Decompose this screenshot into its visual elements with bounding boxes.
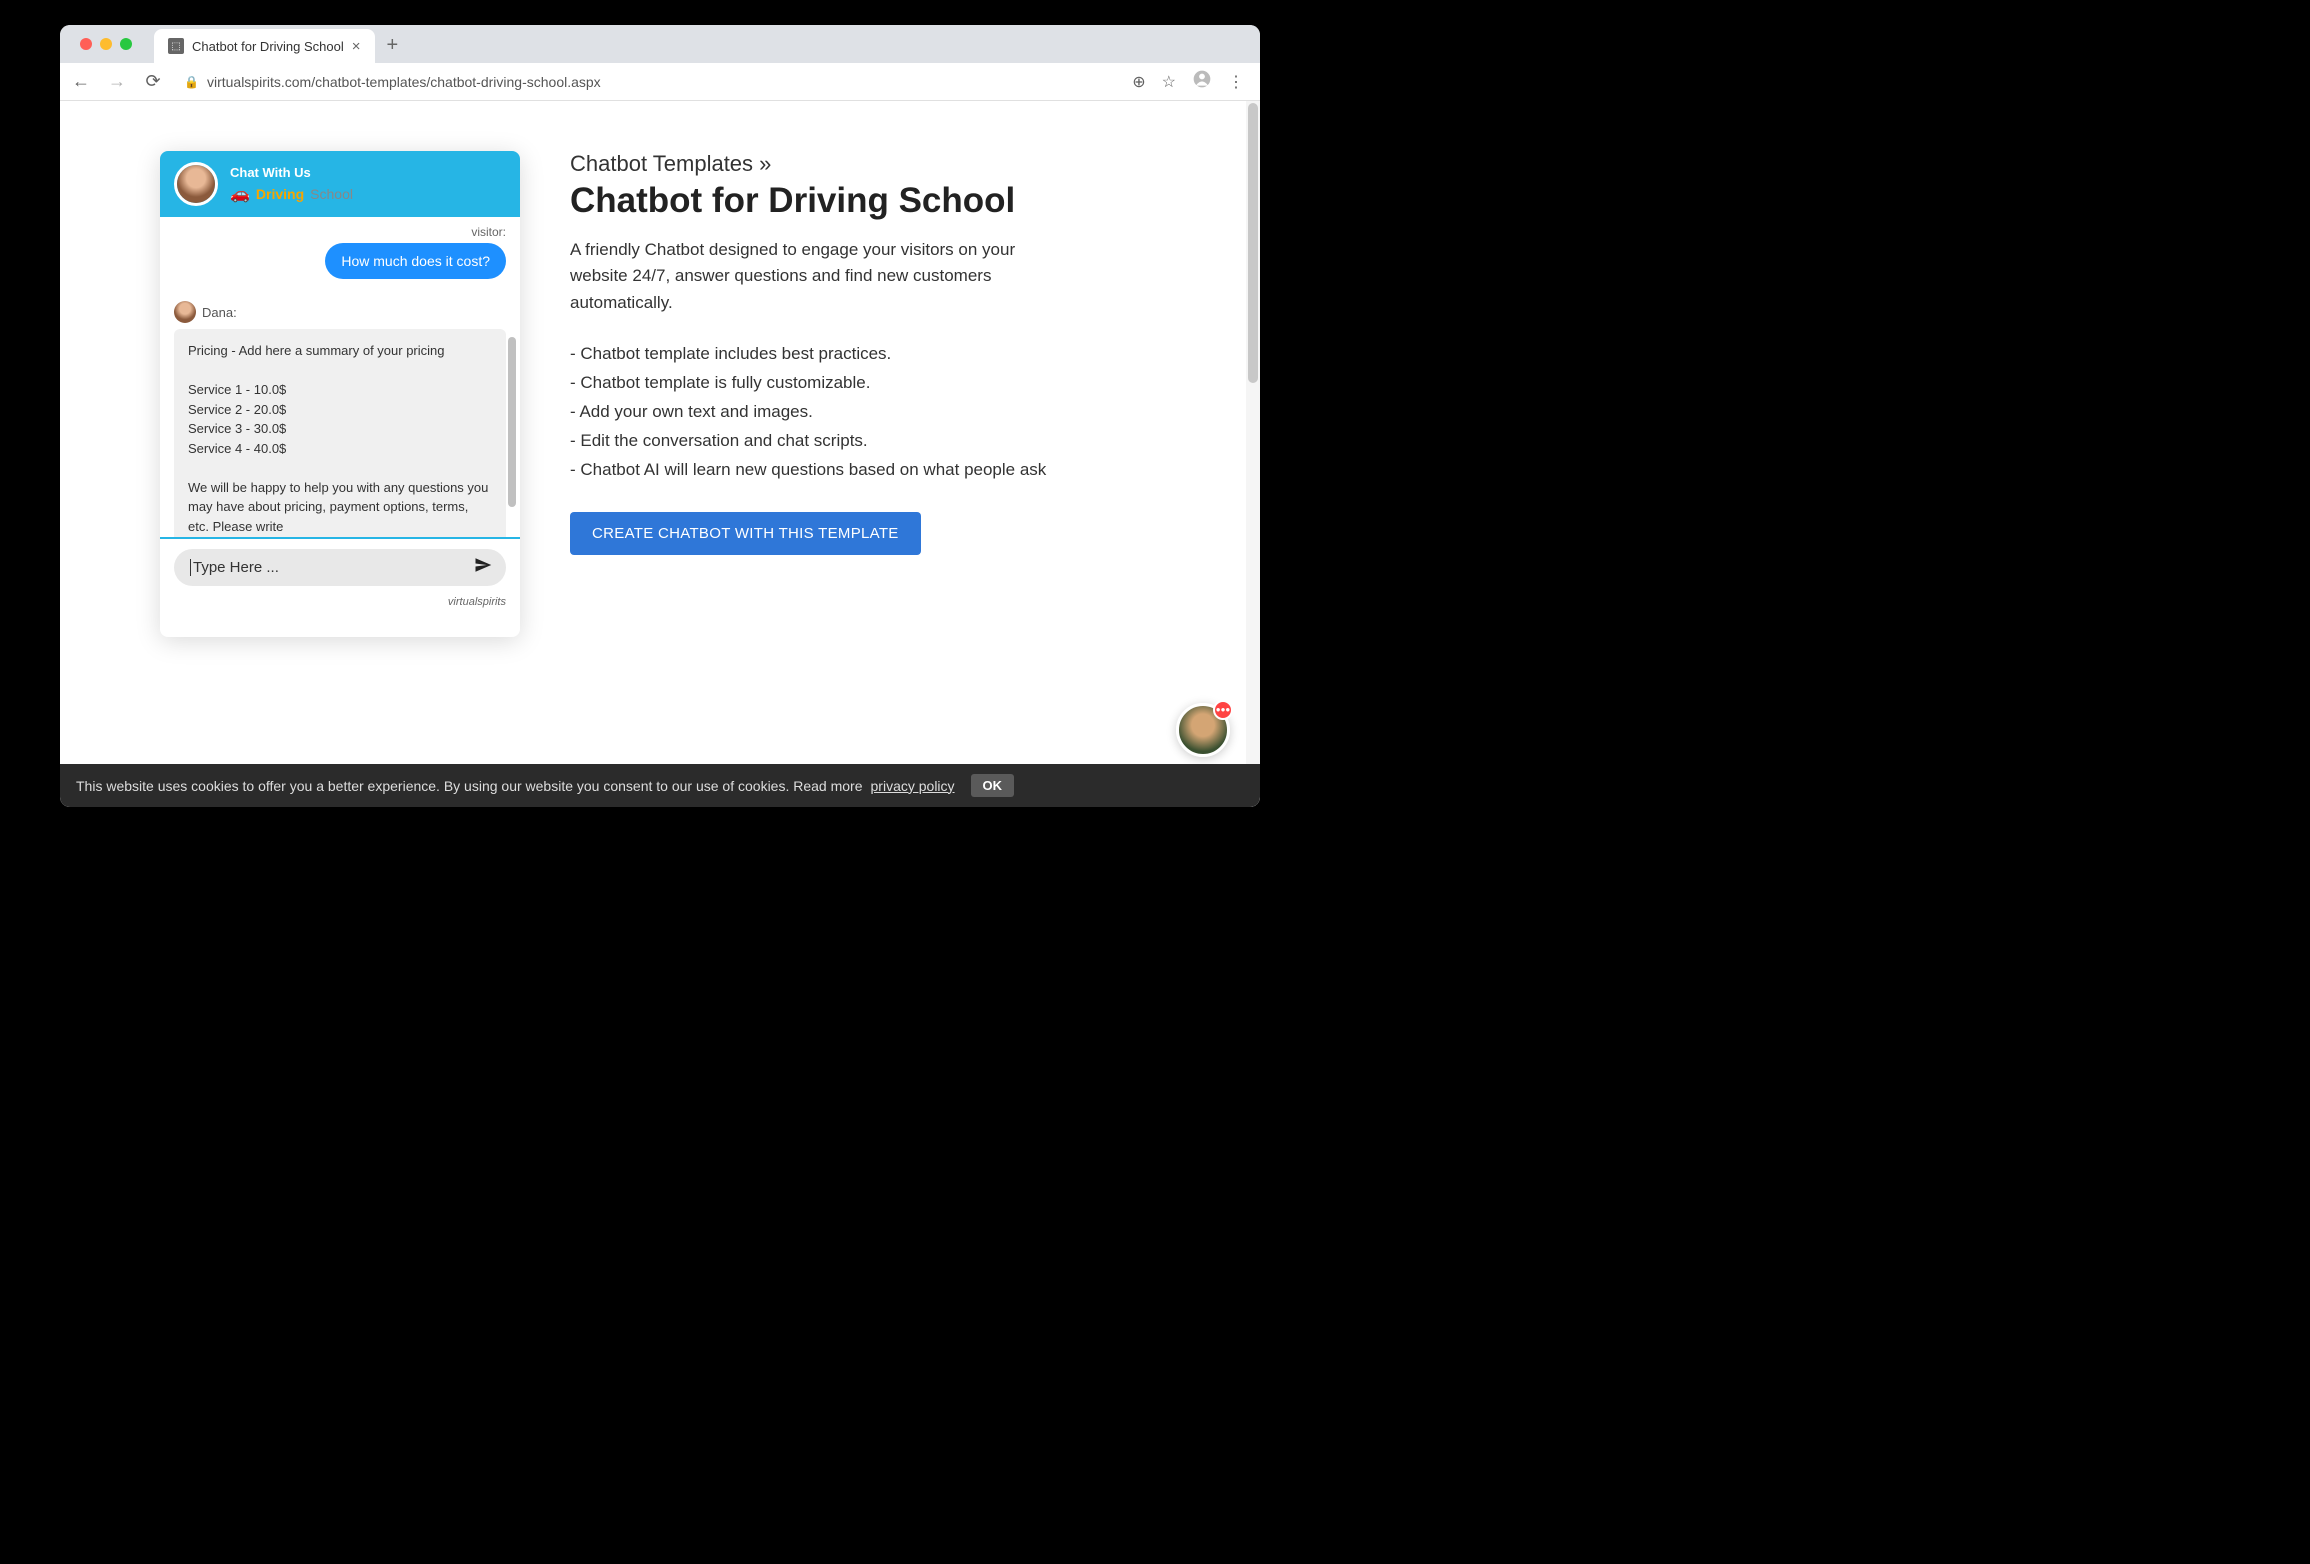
favicon: ⬚ xyxy=(168,38,184,54)
send-icon[interactable] xyxy=(474,556,492,579)
main-content: Chatbot Templates » Chatbot for Driving … xyxy=(570,151,1050,807)
chat-notification-badge: ●●● xyxy=(1213,700,1233,720)
menu-icon[interactable]: ⋮ xyxy=(1228,72,1244,92)
forward-button[interactable]: → xyxy=(106,71,128,93)
agent-avatar-small xyxy=(174,301,196,323)
minimize-window-button[interactable] xyxy=(100,38,112,50)
visitor-message: How much does it cost? xyxy=(325,243,506,279)
feature-item: - Chatbot template is fully customizable… xyxy=(570,369,1050,398)
chat-footer: virtualspirits xyxy=(160,596,520,618)
reload-button[interactable]: ⟳ xyxy=(142,71,164,93)
chat-launcher-button[interactable]: ●●● xyxy=(1176,703,1230,757)
car-icon: 🚗 xyxy=(230,184,250,204)
page-title: Chatbot for Driving School xyxy=(570,181,1050,221)
browser-window: ⬚ Chatbot for Driving School × + ← → ⟳ 🔒… xyxy=(60,25,1260,807)
maximize-window-button[interactable] xyxy=(120,38,132,50)
feature-item: - Chatbot AI will learn new questions ba… xyxy=(570,456,1050,485)
tab-title: Chatbot for Driving School xyxy=(192,39,344,54)
privacy-policy-link[interactable]: privacy policy xyxy=(871,778,955,794)
lock-icon: 🔒 xyxy=(184,75,199,89)
agent-avatar-large xyxy=(174,162,218,206)
breadcrumb[interactable]: Chatbot Templates » xyxy=(570,151,1050,177)
page-scrollbar[interactable] xyxy=(1246,101,1260,807)
cookie-banner: This website uses cookies to offer you a… xyxy=(60,764,1260,807)
url-text: virtualspirits.com/chatbot-templates/cha… xyxy=(207,74,601,90)
feature-item: - Add your own text and images. xyxy=(570,398,1050,427)
close-tab-button[interactable]: × xyxy=(352,38,361,55)
agent-row: Dana: xyxy=(174,293,506,323)
chat-brand: 🚗 Driving School xyxy=(230,184,353,204)
zoom-icon[interactable]: ⊕ xyxy=(1132,72,1145,92)
brand-driving: Driving xyxy=(256,186,304,202)
chat-input[interactable]: Type Here ... xyxy=(174,549,506,586)
page-content: Chat With Us 🚗 Driving School visitor: H… xyxy=(60,101,1260,807)
create-chatbot-button[interactable]: CREATE CHATBOT WITH THIS TEMPLATE xyxy=(570,512,921,555)
agent-name: Dana: xyxy=(202,305,237,320)
feature-item: - Edit the conversation and chat scripts… xyxy=(570,427,1050,456)
browser-tab[interactable]: ⬚ Chatbot for Driving School × xyxy=(154,29,375,63)
chat-scrollbar[interactable] xyxy=(508,337,516,507)
bookmark-icon[interactable]: ☆ xyxy=(1162,72,1176,92)
chat-input-placeholder: Type Here ... xyxy=(193,559,279,576)
url-bar[interactable]: 🔒 virtualspirits.com/chatbot-templates/c… xyxy=(178,74,1118,90)
features-list: - Chatbot template includes best practic… xyxy=(570,340,1050,484)
window-controls xyxy=(70,38,142,50)
chat-widget: Chat With Us 🚗 Driving School visitor: H… xyxy=(160,151,520,637)
cookie-text: This website uses cookies to offer you a… xyxy=(76,778,863,794)
close-window-button[interactable] xyxy=(80,38,92,50)
chat-body: visitor: How much does it cost? Dana: Pr… xyxy=(160,217,520,537)
brand-school: School xyxy=(310,186,353,202)
back-button[interactable]: ← xyxy=(70,71,92,93)
feature-item: - Chatbot template includes best practic… xyxy=(570,340,1050,369)
agent-message: Pricing - Add here a summary of your pri… xyxy=(174,329,506,537)
tab-bar: ⬚ Chatbot for Driving School × + xyxy=(60,25,1260,63)
chat-input-row: Type Here ... xyxy=(160,539,520,596)
page-description: A friendly Chatbot designed to engage yo… xyxy=(570,237,1050,316)
profile-icon[interactable] xyxy=(1192,69,1212,94)
cookie-ok-button[interactable]: OK xyxy=(971,774,1015,797)
chat-header-label: Chat With Us xyxy=(230,165,353,180)
chat-header: Chat With Us 🚗 Driving School xyxy=(160,151,520,217)
visitor-label: visitor: xyxy=(174,225,506,239)
new-tab-button[interactable]: + xyxy=(387,34,399,57)
address-bar: ← → ⟳ 🔒 virtualspirits.com/chatbot-templ… xyxy=(60,63,1260,101)
